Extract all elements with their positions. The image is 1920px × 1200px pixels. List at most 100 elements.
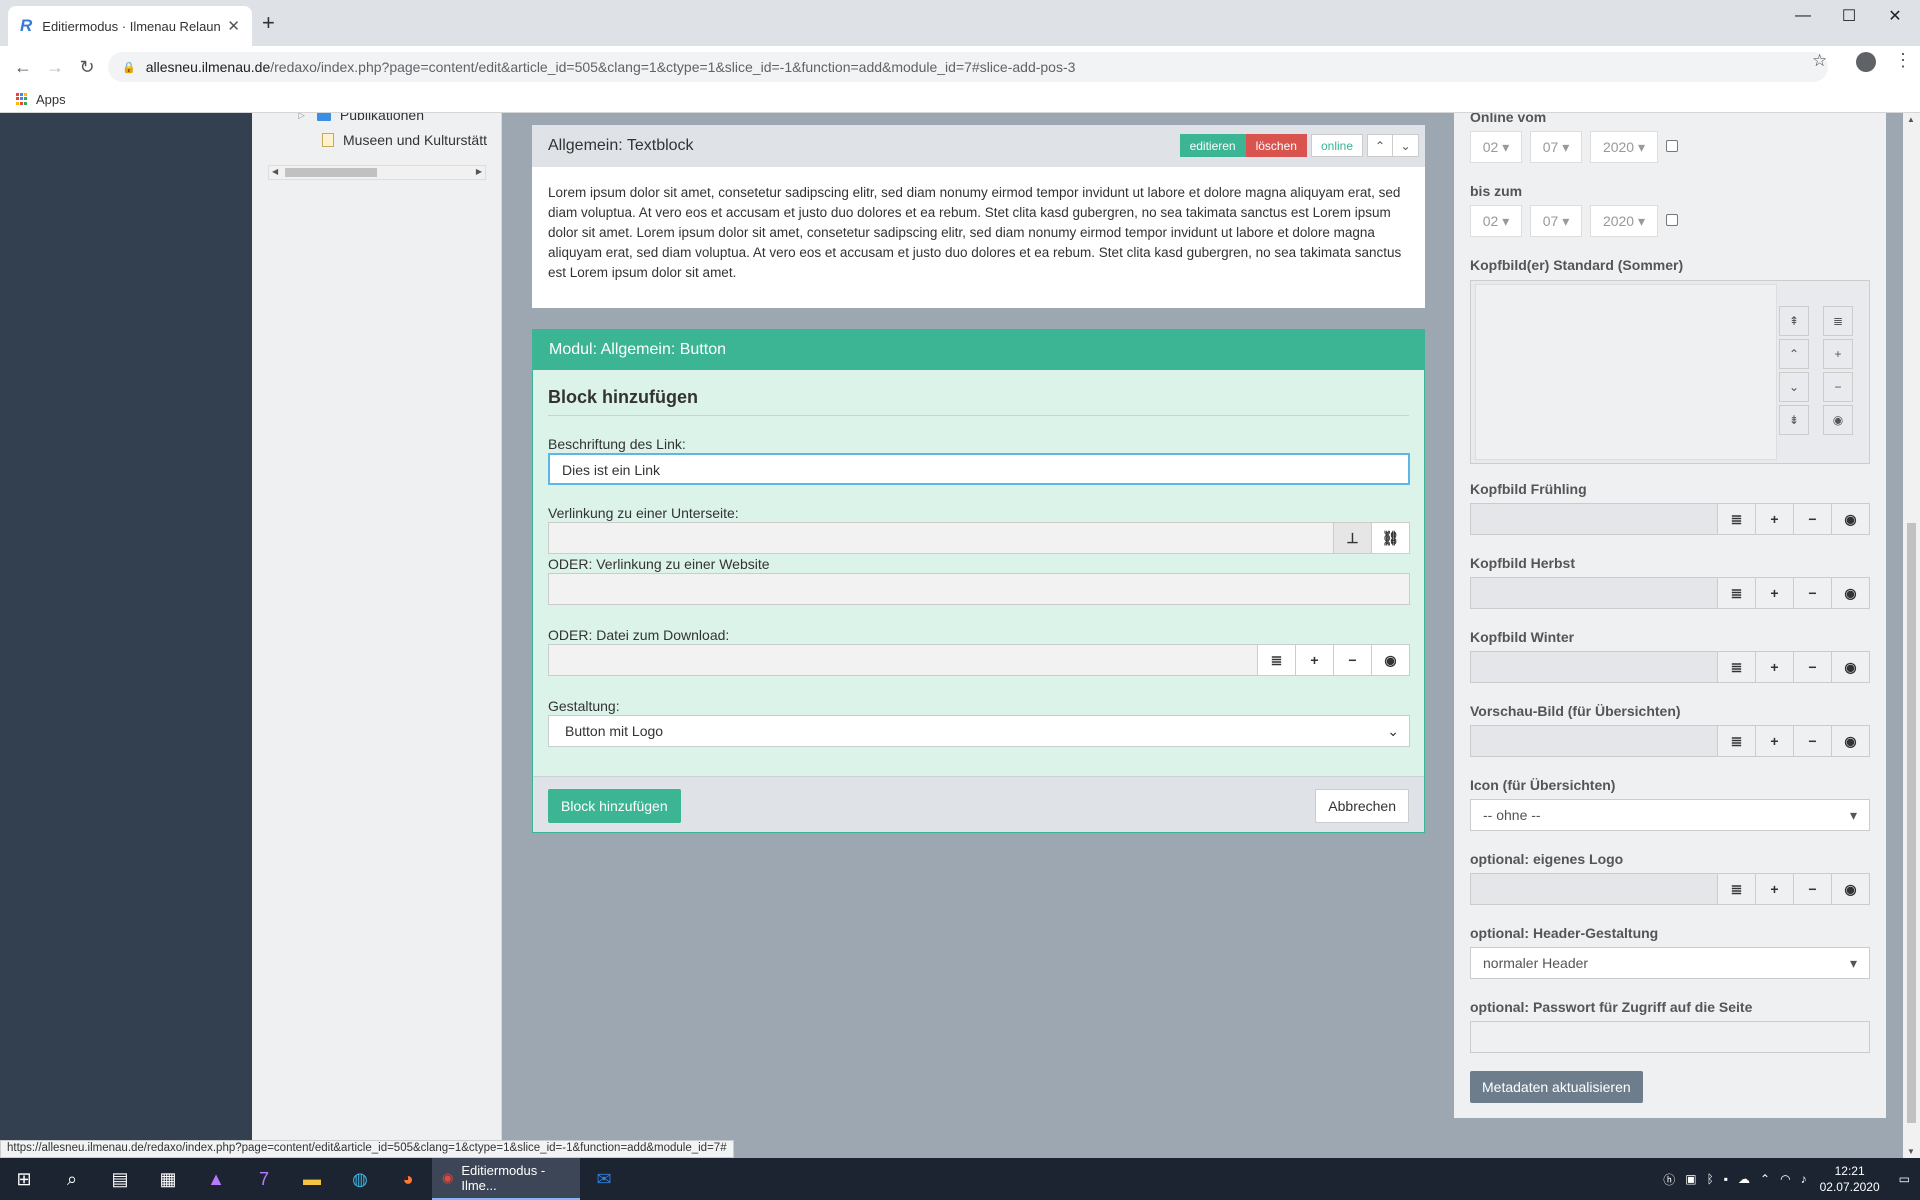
hp-icon[interactable]: ⓗ	[1663, 1171, 1675, 1188]
add-icon[interactable]: +	[1756, 577, 1794, 609]
remove-icon[interactable]: −	[1823, 372, 1853, 402]
online-from-day-select[interactable]: 02 ▾	[1470, 131, 1522, 163]
until-month-select[interactable]: 07 ▾	[1530, 205, 1582, 237]
preview-eye-icon[interactable]: ◉	[1832, 725, 1870, 757]
address-bar[interactable]: 🔒 allesneu.ilmenau.de/redaxo/index.php?p…	[108, 52, 1828, 82]
header-spring-input[interactable]	[1470, 503, 1718, 535]
header-winter-input[interactable]	[1470, 651, 1718, 683]
online-toggle-button[interactable]: online	[1310, 134, 1363, 157]
add-icon[interactable]: +	[1823, 339, 1853, 369]
calculator-icon[interactable]: ▦	[144, 1158, 192, 1200]
icon-select[interactable]: -- ohne -- ▾	[1470, 799, 1870, 831]
remove-icon[interactable]: −	[1794, 873, 1832, 905]
download-file-input[interactable]	[548, 644, 1258, 676]
scroll-thumb[interactable]	[1907, 523, 1916, 1123]
bookmark-star-icon[interactable]: ☆	[1812, 51, 1827, 71]
remove-icon[interactable]: −	[1794, 577, 1832, 609]
online-from-year-select[interactable]: 2020 ▾	[1590, 131, 1658, 163]
preview-eye-icon[interactable]: ◉	[1832, 651, 1870, 683]
minimize-icon[interactable]: —	[1780, 0, 1826, 32]
browser-tab[interactable]: R Editiermodus · Ilmenau Relaunch ✕	[8, 6, 252, 46]
task-view-icon[interactable]: ▤	[96, 1158, 144, 1200]
header-design-select[interactable]: normaler Header ▾	[1470, 947, 1870, 979]
move-down-icon[interactable]: ⌄	[1779, 372, 1809, 402]
preview-image-input[interactable]	[1470, 725, 1718, 757]
unlink-icon[interactable]: ⛓	[1372, 522, 1410, 554]
close-tab-icon[interactable]: ✕	[227, 17, 240, 35]
scroll-left-icon[interactable]: ◀	[272, 167, 278, 176]
close-window-icon[interactable]: ✕	[1872, 0, 1918, 32]
preview-eye-icon[interactable]: ◉	[1832, 577, 1870, 609]
preview-eye-icon[interactable]: ◉	[1832, 873, 1870, 905]
sitemap-icon[interactable]: ⊥	[1334, 522, 1372, 554]
until-year-select[interactable]: 2020 ▾	[1590, 205, 1658, 237]
reload-icon[interactable]: ↻	[74, 54, 100, 80]
remove-icon[interactable]: −	[1794, 651, 1832, 683]
design-select[interactable]: Button mit Logo ⌄	[548, 715, 1410, 747]
media-list[interactable]	[1475, 284, 1777, 460]
tree-item-museen[interactable]: Museen und Kulturstätt	[322, 132, 487, 148]
taskbar-chrome-window[interactable]: ◉ Editiermodus - Ilme...	[432, 1158, 580, 1200]
remove-icon[interactable]: −	[1334, 644, 1372, 676]
windows-start-icon[interactable]: ⊞	[0, 1158, 48, 1200]
add-icon[interactable]: +	[1756, 503, 1794, 535]
media-list-icon[interactable]: ≣	[1718, 651, 1756, 683]
add-icon[interactable]: +	[1296, 644, 1334, 676]
add-icon[interactable]: +	[1756, 873, 1794, 905]
apps-grid-icon[interactable]	[16, 93, 28, 105]
firefox-icon[interactable]: ◕	[384, 1158, 432, 1200]
volume-icon[interactable]: ♪	[1801, 1172, 1807, 1186]
scroll-up-icon[interactable]: ▲	[1907, 115, 1915, 124]
move-up-icon[interactable]: ⌃	[1367, 134, 1393, 157]
cancel-button[interactable]: Abbrechen	[1315, 789, 1409, 823]
search-icon[interactable]: ⌕	[48, 1158, 96, 1200]
bookmark-apps[interactable]: Apps	[36, 92, 66, 107]
browser-menu-icon[interactable]: ⋮	[1894, 50, 1912, 71]
scroll-down-icon[interactable]: ▼	[1907, 1147, 1915, 1156]
online-from-month-select[interactable]: 07 ▾	[1530, 131, 1582, 163]
media-list-icon[interactable]: ≣	[1823, 306, 1853, 336]
remove-icon[interactable]: −	[1794, 503, 1832, 535]
delete-button[interactable]: löschen	[1245, 134, 1307, 157]
preview-eye-icon[interactable]: ◉	[1372, 644, 1410, 676]
move-up-icon[interactable]: ⌃	[1779, 339, 1809, 369]
media-list-icon[interactable]: ≣	[1718, 503, 1756, 535]
media-list-icon[interactable]: ≣	[1718, 725, 1756, 757]
file-explorer-icon[interactable]: ▬	[288, 1158, 336, 1200]
online-from-checkbox[interactable]	[1666, 140, 1678, 152]
taskbar-clock[interactable]: 12:21 02.07.2020	[1820, 1163, 1880, 1195]
tree-item-publikationen[interactable]: ▷ Publikationen	[298, 113, 424, 123]
mail-icon[interactable]: ✉	[580, 1158, 628, 1200]
move-bottom-icon[interactable]: ⇟	[1779, 405, 1809, 435]
media-list-icon[interactable]: ≣	[1258, 644, 1296, 676]
website-url-input[interactable]	[548, 573, 1410, 605]
media-list-icon[interactable]: ≣	[1718, 577, 1756, 609]
profile-avatar-icon[interactable]	[1856, 52, 1876, 72]
keyboard-icon[interactable]: ▣	[1685, 1172, 1696, 1186]
header-autumn-input[interactable]	[1470, 577, 1718, 609]
back-icon[interactable]: ←	[10, 54, 36, 80]
onedrive-icon[interactable]: ☁	[1738, 1172, 1750, 1186]
add-icon[interactable]: +	[1756, 651, 1794, 683]
move-down-icon[interactable]: ⌄	[1393, 134, 1419, 157]
forward-icon[interactable]: →	[42, 54, 68, 80]
media-list-icon[interactable]: ≣	[1718, 873, 1756, 905]
move-top-icon[interactable]: ⇞	[1779, 306, 1809, 336]
add-icon[interactable]: +	[1756, 725, 1794, 757]
preview-eye-icon[interactable]: ◉	[1823, 405, 1853, 435]
notifications-icon[interactable]: ▭	[1899, 1172, 1910, 1186]
logo-input[interactable]	[1470, 873, 1718, 905]
add-block-button[interactable]: Block hinzufügen	[548, 789, 681, 823]
edge-icon[interactable]: ◍	[336, 1158, 384, 1200]
preview-eye-icon[interactable]: ◉	[1832, 503, 1870, 535]
page-vertical-scrollbar[interactable]: ▲ ▼	[1903, 113, 1920, 1158]
scroll-right-icon[interactable]: ▶	[476, 167, 482, 176]
link-label-input[interactable]: Dies ist ein Link	[548, 453, 1410, 485]
tree-horizontal-scrollbar[interactable]: ◀ ▶	[268, 165, 486, 180]
edit-button[interactable]: editieren	[1179, 134, 1246, 157]
scroll-thumb[interactable]	[285, 168, 377, 177]
app-seven-icon[interactable]: 7	[240, 1158, 288, 1200]
new-tab-icon[interactable]: +	[262, 12, 275, 34]
bluetooth-icon[interactable]: ᛒ	[1707, 1172, 1714, 1186]
update-metadata-button[interactable]: Metadaten aktualisieren	[1470, 1071, 1643, 1103]
